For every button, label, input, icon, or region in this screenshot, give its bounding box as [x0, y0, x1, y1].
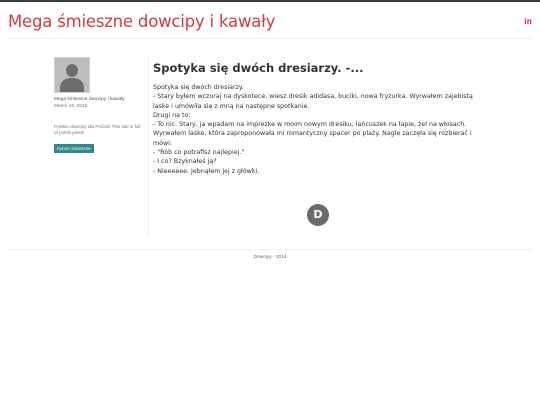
- post-line: - To nic. Stary, ja wpadam na imprezke w…: [153, 121, 467, 129]
- post-line: Drugi na to:: [153, 111, 191, 119]
- post-sidebar: Mega śmieszne dowcipy i kawały March 16,…: [54, 57, 149, 237]
- disqus-icon[interactable]: D: [307, 204, 329, 226]
- site-header: Mega śmieszne dowcipy i kawały in: [8, 2, 532, 39]
- tag-badge[interactable]: humor śmieszne: [54, 144, 94, 153]
- post-line: Wyrwałem laske, która zaproponowała mi r…: [153, 130, 472, 138]
- footer-divider: [8, 249, 532, 250]
- author-name[interactable]: Mega śmieszne dowcipy i kawały: [54, 97, 148, 102]
- post-date: March 16, 2016: [54, 104, 88, 109]
- avatar-body-icon: [60, 78, 84, 92]
- post-container: Mega śmieszne dowcipy i kawały March 16,…: [54, 57, 484, 237]
- linkedin-icon[interactable]: in: [524, 17, 532, 26]
- avatar: [54, 57, 90, 93]
- avatar-head-icon: [66, 64, 78, 77]
- post-line: Spotyka się dwóch dresiarzy.: [153, 84, 244, 91]
- footer-text: Dowcipy - 2014: [253, 255, 287, 260]
- post-line: - "Rób co potrafisz najlepiej.": [153, 149, 245, 157]
- post-body: Spotyka się dwóch dresiarzy. - Stary był…: [153, 83, 483, 176]
- post-line: - I co? Bzyknałeś ją?: [153, 158, 217, 166]
- site-description: Polskie dowcipy dla Polonii! This site i…: [54, 124, 141, 135]
- post-title[interactable]: Spotyka się dwóch dresiarzy. -...: [153, 61, 483, 75]
- site-title[interactable]: Mega śmieszne dowcipy i kawały: [8, 12, 275, 31]
- post-line: mówi:: [153, 139, 173, 147]
- post-content: Spotyka się dwóch dresiarzy. -... Spotyk…: [153, 57, 483, 176]
- post-line: laske i umówiła się z mną na następne sp…: [153, 102, 310, 110]
- post-line: - Stary byłem wczoraj na dyskotece, wies…: [153, 93, 473, 101]
- post-line: - Nieeeeee. Jebnąłem jej z główki.: [153, 167, 260, 175]
